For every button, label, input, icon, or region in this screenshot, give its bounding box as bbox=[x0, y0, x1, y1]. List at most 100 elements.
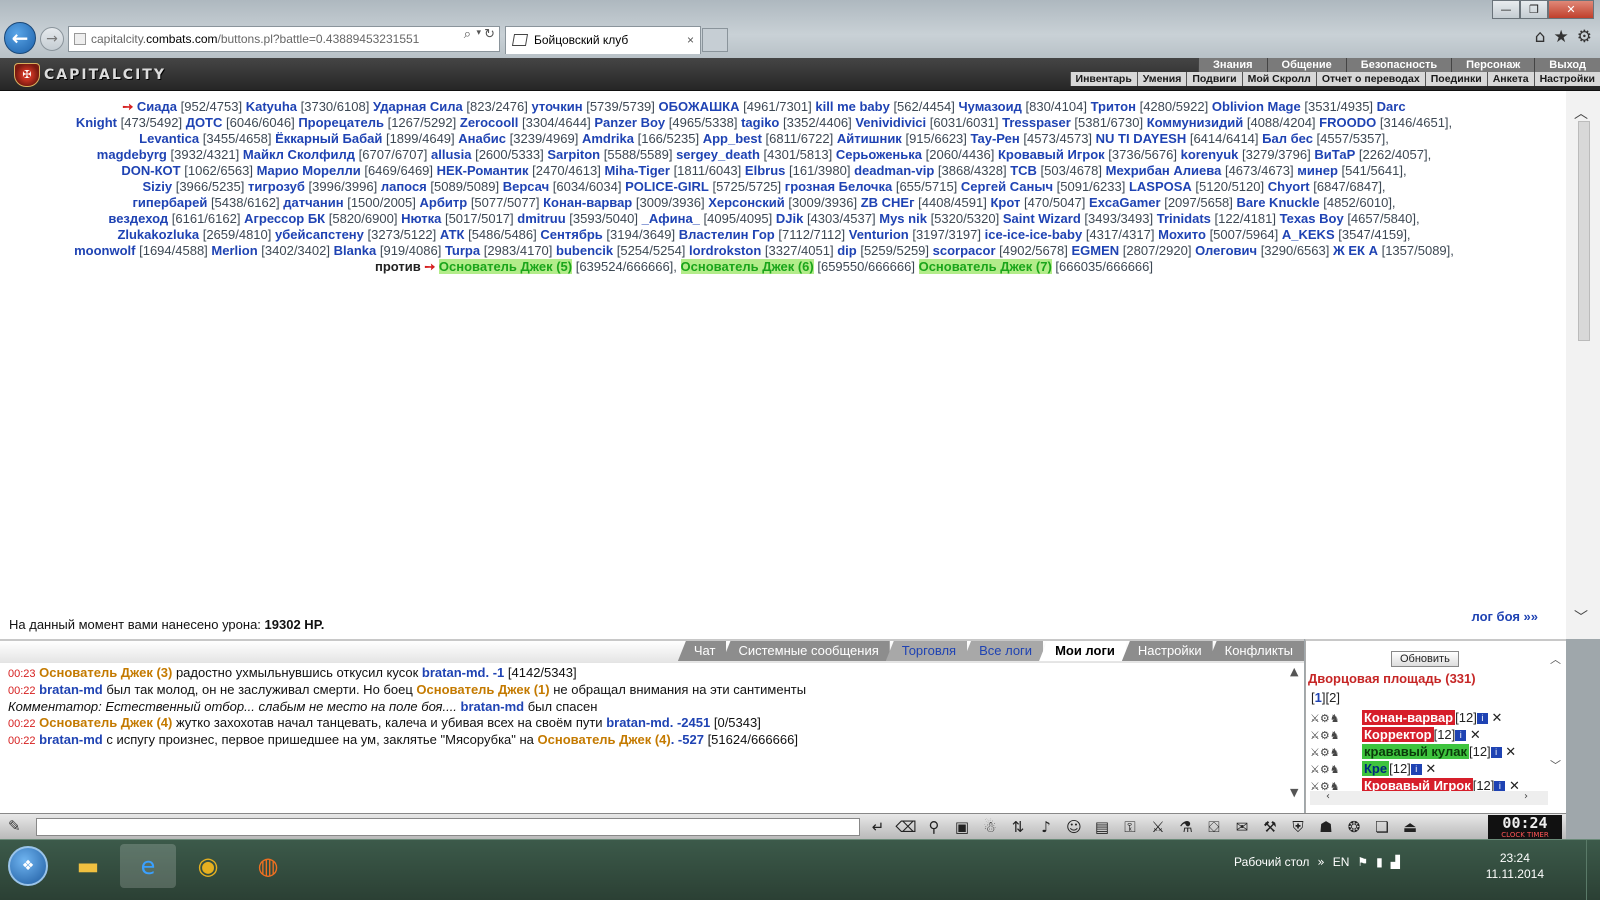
paw-icon[interactable]: ❂ bbox=[1340, 816, 1368, 838]
star-icon[interactable]: ★ bbox=[1554, 27, 1569, 47]
participant-name[interactable]: Крот bbox=[990, 195, 1020, 210]
participant-name[interactable]: _Афина_ bbox=[642, 211, 700, 226]
participant-name[interactable]: sergey_death bbox=[676, 147, 760, 162]
participant-name[interactable]: magdebyrg bbox=[97, 147, 167, 162]
participant-name[interactable]: Коммунизидий bbox=[1147, 115, 1244, 130]
participant-name[interactable]: dip bbox=[837, 243, 857, 258]
gear-icon[interactable]: ⚙ bbox=[1577, 27, 1592, 47]
log-target[interactable]: Основатель Джек (4) bbox=[538, 732, 671, 747]
participant-name[interactable]: FROODO bbox=[1319, 115, 1376, 130]
battery-icon[interactable]: ▮ bbox=[1376, 855, 1383, 869]
filter-icon[interactable]: ⚲ bbox=[920, 816, 948, 838]
participant-name[interactable]: ice-ice-ice-baby bbox=[985, 227, 1083, 242]
return-icon[interactable]: ↵ bbox=[864, 816, 892, 838]
participant-name[interactable]: Texas Boy bbox=[1280, 211, 1344, 226]
log-actor[interactable]: Основатель Джек (3) bbox=[39, 665, 172, 680]
participant-name[interactable]: Tay-Рен bbox=[971, 131, 1020, 146]
close-icon[interactable]: ✕ bbox=[1505, 745, 1516, 760]
participant-name[interactable]: уточкин bbox=[531, 99, 582, 114]
participant-name[interactable]: ТСВ bbox=[1010, 163, 1037, 178]
location-scrollbar[interactable]: ︿ ﹀ bbox=[1550, 651, 1566, 791]
participant-name[interactable]: Bare Knuckle bbox=[1237, 195, 1320, 210]
sound-icon[interactable]: ♪ bbox=[1032, 816, 1060, 838]
participant-name[interactable]: Katyuha bbox=[246, 99, 297, 114]
participant-name[interactable]: App_best bbox=[703, 131, 762, 146]
participant-name[interactable]: Сентябрь bbox=[540, 227, 602, 242]
participant-name[interactable]: LASPOSA bbox=[1129, 179, 1192, 194]
search-icon[interactable]: ⌕ bbox=[463, 27, 471, 42]
participant-name[interactable]: Чумазоид bbox=[959, 99, 1022, 114]
browser-tab[interactable]: Бойцовский клуб × bbox=[505, 26, 701, 54]
participant-name[interactable]: moonwolf bbox=[74, 243, 135, 258]
participant-name[interactable]: тигрозуб bbox=[248, 179, 305, 194]
participant-name[interactable]: Конан-варвар bbox=[543, 195, 632, 210]
participant-name[interactable]: ZB СНЕг bbox=[861, 195, 915, 210]
participant-name[interactable]: Серьоженька bbox=[836, 147, 922, 162]
participant-name[interactable]: korenyuk bbox=[1181, 147, 1239, 162]
scroll-up-icon[interactable]: ▲ bbox=[1290, 665, 1304, 678]
participant-name[interactable]: Venividivici bbox=[855, 115, 926, 130]
chevron-icon[interactable]: » bbox=[1317, 855, 1324, 869]
participant-name[interactable]: Amdrika bbox=[582, 131, 634, 146]
top-menu-item[interactable]: Выход bbox=[1534, 58, 1600, 72]
bag-icon[interactable]: ☗ bbox=[1312, 816, 1340, 838]
language-indicator[interactable]: EN bbox=[1333, 855, 1350, 869]
participant-name[interactable]: Ёккарный Бабай bbox=[275, 131, 382, 146]
log-tab[interactable]: Настройки bbox=[1121, 641, 1213, 661]
participant-name[interactable]: Нютка bbox=[401, 211, 441, 226]
log-target[interactable]: bratan-md bbox=[422, 665, 486, 680]
participant-name[interactable]: Mys nik bbox=[879, 211, 927, 226]
participant-name[interactable]: Chyort bbox=[1268, 179, 1310, 194]
participant-name[interactable]: EGMEN bbox=[1071, 243, 1119, 258]
participant-name[interactable]: АТК bbox=[440, 227, 465, 242]
main-scrollbar[interactable]: ︿ ﹀ bbox=[1566, 91, 1600, 639]
participant-name[interactable]: Айтишник bbox=[837, 131, 902, 146]
chrome-icon[interactable]: ◉ bbox=[180, 844, 236, 888]
participant-name[interactable]: Олегович bbox=[1195, 243, 1257, 258]
player-name[interactable]: Корректор bbox=[1362, 727, 1434, 742]
participant-name[interactable]: Panzer Boy bbox=[594, 115, 665, 130]
participant-name[interactable]: Херсонский bbox=[708, 195, 785, 210]
participant-name[interactable]: A_KEKS bbox=[1282, 227, 1335, 242]
log-target[interactable]: bratan-md bbox=[606, 715, 670, 730]
close-window-button[interactable]: ✕ bbox=[1548, 0, 1594, 19]
close-icon[interactable]: ✕ bbox=[1425, 762, 1436, 777]
participant-name[interactable]: Ж ЕК А bbox=[1333, 243, 1378, 258]
participant-name[interactable]: Darc bbox=[1377, 99, 1406, 114]
player-name[interactable]: Конан-варвар bbox=[1362, 710, 1456, 725]
participant-name[interactable]: bubencik bbox=[556, 243, 613, 258]
log-tab[interactable]: Все логи bbox=[963, 641, 1044, 661]
participant-name[interactable]: гипербарей bbox=[132, 195, 207, 210]
log-tab[interactable]: Системные сообщения bbox=[722, 641, 890, 661]
start-button[interactable]: ❖ bbox=[8, 846, 48, 886]
scroll-thumb[interactable] bbox=[1578, 121, 1590, 341]
chest-icon[interactable]: ⛋ bbox=[1200, 816, 1228, 838]
participant-name[interactable]: ДОТС bbox=[186, 115, 223, 130]
player-icons[interactable]: ⚔⚙♞ bbox=[1310, 729, 1362, 742]
shield-icon[interactable]: ⛨ bbox=[1284, 816, 1312, 838]
top-menu-item[interactable]: Общение bbox=[1266, 58, 1346, 72]
top-menu-item[interactable]: Знания bbox=[1198, 58, 1267, 72]
battle-log-link[interactable]: лог боя »» bbox=[1471, 609, 1538, 624]
participant-name[interactable]: Saint Wizard bbox=[1003, 211, 1081, 226]
chat-input[interactable] bbox=[36, 818, 860, 836]
participant-name[interactable]: Прорецатель bbox=[298, 115, 384, 130]
participant-name[interactable]: ВиТаР bbox=[1314, 147, 1355, 162]
player-name[interactable]: Кре bbox=[1362, 761, 1390, 776]
address-bar[interactable]: capitalcity.combats.com/buttons.pl?battl… bbox=[68, 26, 500, 52]
participant-name[interactable]: лапося bbox=[381, 179, 427, 194]
forward-arrow-icon[interactable]: → bbox=[40, 27, 64, 51]
log-target[interactable]: bratan-md bbox=[461, 699, 525, 714]
bottom-menu-item[interactable]: Поединки bbox=[1424, 72, 1487, 86]
potion-icon[interactable]: ⚗ bbox=[1172, 816, 1200, 838]
participant-name[interactable]: allusia bbox=[431, 147, 471, 162]
log-actor[interactable]: Основатель Джек (4) bbox=[39, 715, 172, 730]
info-icon[interactable]: i bbox=[1455, 730, 1467, 742]
maximize-button[interactable]: ❐ bbox=[1520, 0, 1548, 19]
participant-name[interactable]: DON-КОТ bbox=[121, 163, 180, 178]
participant-name[interactable]: lordrokston bbox=[689, 243, 761, 258]
participant-name[interactable]: Miha-Tiger bbox=[604, 163, 670, 178]
lock-icon[interactable]: ⚿ bbox=[1116, 816, 1144, 838]
participant-name[interactable]: dmitruu bbox=[517, 211, 565, 226]
page-link[interactable]: 1 bbox=[1315, 690, 1322, 705]
